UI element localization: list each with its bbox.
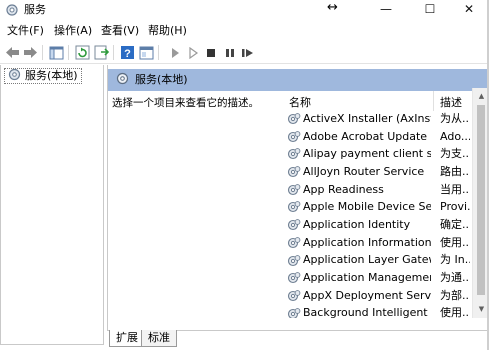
window-title: 服务 bbox=[24, 3, 46, 16]
service-description: 当用... bbox=[440, 182, 470, 196]
service-description: 为支... bbox=[440, 147, 470, 161]
services-pane: 服务(本地) 选择一个项目来查看它的描述。 ^ 名称 描述 ActiveX In… bbox=[107, 65, 489, 345]
service-row[interactable]: Application Management 为通... bbox=[283, 269, 489, 287]
service-name: Application Identity bbox=[303, 217, 411, 231]
service-description: 使用... bbox=[440, 235, 470, 249]
toolbar-separator bbox=[113, 45, 114, 60]
service-description: 为部... bbox=[440, 288, 470, 302]
service-name: AllJoyn Router Service bbox=[303, 164, 425, 178]
description-prompt: 选择一个项目来查看它的描述。 bbox=[112, 97, 259, 109]
toolbar: ? bbox=[0, 41, 489, 64]
service-gear-icon bbox=[287, 218, 301, 232]
pause-service-icon[interactable] bbox=[221, 44, 238, 61]
properties-icon[interactable] bbox=[138, 44, 155, 61]
service-name: Application Management bbox=[303, 271, 431, 285]
service-name: ActiveX Installer (AxInstSV) bbox=[303, 111, 431, 125]
tab-standard[interactable]: 标准 bbox=[141, 330, 177, 347]
minimize-button[interactable]: — bbox=[366, 0, 406, 20]
sort-indicator-icon: ^ bbox=[363, 91, 371, 95]
service-gear-icon bbox=[287, 112, 301, 126]
service-row[interactable]: Application Identity 确定... bbox=[283, 216, 489, 234]
pane-header: 服务(本地) bbox=[108, 69, 489, 91]
service-name: App Readiness bbox=[303, 182, 384, 196]
service-name: Background Intelligent Tra... bbox=[303, 306, 431, 318]
service-gear-icon bbox=[287, 254, 301, 268]
tab-extended[interactable]: 扩展 bbox=[109, 330, 145, 347]
menu-bar: 文件(F) 操作(A) 查看(V) 帮助(H) bbox=[0, 20, 489, 41]
service-name: Alipay payment client secu... bbox=[303, 147, 431, 161]
resize-cursor-icon: ↔ bbox=[327, 0, 338, 15]
service-gear-icon bbox=[287, 200, 301, 214]
service-row[interactable]: Apple Mobile Device Servi... Provi... bbox=[283, 198, 489, 216]
tree-pane: 服务(本地) bbox=[0, 65, 104, 345]
service-name: Apple Mobile Device Servi... bbox=[303, 200, 431, 214]
service-description: 路由... bbox=[440, 164, 470, 178]
service-name: Adobe Acrobat Update Ser... bbox=[303, 129, 431, 143]
service-row[interactable]: ActiveX Installer (AxInstSV) 为从... bbox=[283, 110, 489, 128]
start-service-alt-icon[interactable] bbox=[184, 44, 201, 61]
service-gear-icon bbox=[287, 165, 301, 179]
service-row[interactable]: Adobe Acrobat Update Ser... Ado... bbox=[283, 128, 489, 146]
service-gear-icon bbox=[287, 147, 301, 161]
service-row[interactable]: AllJoyn Router Service 路由... bbox=[283, 163, 489, 181]
service-row[interactable]: Application Information 使用... bbox=[283, 234, 489, 252]
service-description: Ado... bbox=[440, 129, 470, 143]
services-gear-icon bbox=[5, 3, 19, 17]
menu-file[interactable]: 文件(F) bbox=[7, 23, 44, 38]
start-service-icon[interactable] bbox=[166, 44, 183, 61]
service-gear-icon bbox=[287, 183, 301, 197]
service-name: AppX Deployment Service ... bbox=[303, 288, 431, 302]
service-description: 为 In... bbox=[440, 253, 470, 267]
menu-action[interactable]: 操作(A) bbox=[54, 23, 92, 38]
service-description: 为通... bbox=[440, 271, 470, 285]
show-hide-tree-icon[interactable] bbox=[48, 44, 65, 61]
back-icon[interactable] bbox=[4, 44, 21, 61]
service-name: Application Layer Gateway ... bbox=[303, 253, 431, 267]
tree-item-services-local[interactable]: 服务(本地) bbox=[4, 68, 82, 84]
service-name: Application Information bbox=[303, 235, 431, 249]
toolbar-separator bbox=[158, 45, 159, 60]
restart-service-icon[interactable] bbox=[239, 44, 256, 61]
service-description: 确定... bbox=[440, 217, 470, 231]
service-row[interactable]: App Readiness 当用... bbox=[283, 181, 489, 199]
pane-header-title: 服务(本地) bbox=[135, 73, 188, 86]
service-gear-icon bbox=[287, 307, 301, 318]
toolbar-separator bbox=[42, 45, 43, 60]
column-header-name[interactable]: 名称 bbox=[289, 96, 311, 110]
service-gear-icon bbox=[287, 236, 301, 250]
stop-service-icon[interactable] bbox=[202, 44, 219, 61]
title-bar: 服务 ↔ — ☐ ✕ bbox=[0, 0, 489, 20]
tree-item-label: 服务(本地) bbox=[25, 69, 78, 82]
service-description: 使用... bbox=[440, 306, 470, 318]
services-gear-icon bbox=[8, 68, 21, 84]
service-row[interactable]: Application Layer Gateway ... 为 In... bbox=[283, 252, 489, 270]
help-icon[interactable]: ? bbox=[119, 44, 136, 61]
service-gear-icon bbox=[287, 130, 301, 144]
refresh-icon[interactable] bbox=[74, 44, 91, 61]
service-row[interactable]: AppX Deployment Service ... 为部... bbox=[283, 287, 489, 305]
view-tab-bar: 扩展 标准 bbox=[107, 330, 489, 350]
services-list: ^ 名称 描述 ActiveX Installer (AxInstSV) 为从..… bbox=[283, 91, 489, 318]
maximize-button[interactable]: ☐ bbox=[410, 0, 450, 20]
service-row[interactable]: Alipay payment client secu... 为支... bbox=[283, 145, 489, 163]
export-list-icon[interactable] bbox=[93, 44, 110, 61]
menu-view[interactable]: 查看(V) bbox=[101, 23, 139, 38]
column-header-description[interactable]: 描述 bbox=[440, 96, 462, 110]
service-gear-icon bbox=[287, 271, 301, 285]
service-row[interactable]: Background Intelligent Tra... 使用... bbox=[283, 305, 489, 318]
services-rows: ActiveX Installer (AxInstSV) 为从... Adobe A… bbox=[283, 110, 489, 318]
scrollbar-thumb[interactable] bbox=[477, 105, 485, 295]
service-description: Provi... bbox=[440, 200, 470, 214]
svg-text:?: ? bbox=[124, 48, 131, 60]
service-description: 为从... bbox=[440, 111, 470, 125]
services-gear-icon bbox=[116, 72, 129, 88]
column-divider[interactable] bbox=[433, 91, 434, 111]
service-gear-icon bbox=[287, 289, 301, 303]
forward-icon[interactable] bbox=[22, 44, 39, 61]
close-button[interactable]: ✕ bbox=[449, 0, 489, 20]
menu-help[interactable]: 帮助(H) bbox=[148, 23, 187, 38]
toolbar-separator bbox=[68, 45, 69, 60]
